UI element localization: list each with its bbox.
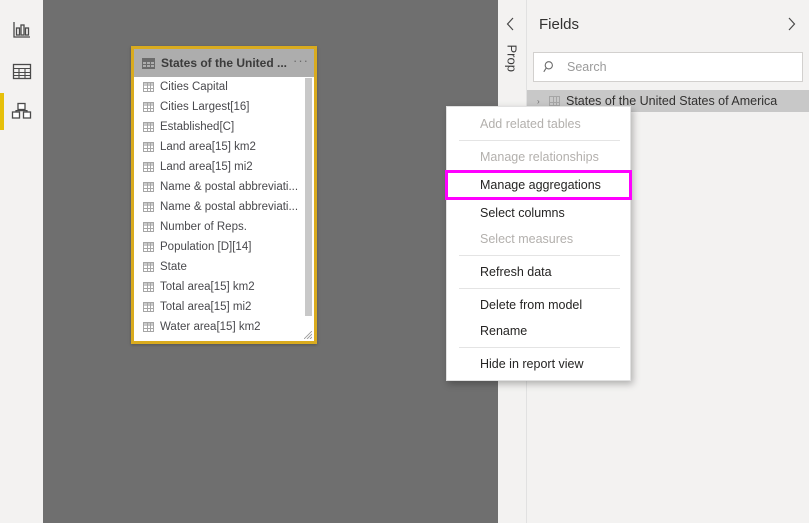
table-card-scrollbar-thumb[interactable] bbox=[305, 78, 312, 316]
chevron-left-icon[interactable] bbox=[505, 17, 517, 31]
sidebar-item-data-view[interactable] bbox=[0, 50, 43, 93]
table-card-field-label: Name & postal abbreviati... bbox=[160, 201, 299, 213]
table-icon bbox=[143, 162, 154, 172]
search-icon bbox=[543, 61, 553, 73]
sidebar-item-model-view[interactable] bbox=[0, 90, 43, 133]
table-card-field-label: Total area[15] km2 bbox=[160, 281, 255, 293]
table-card-field-row[interactable]: Name & postal abbreviati... bbox=[134, 197, 314, 217]
table-card-field-label: Name & postal abbreviati... bbox=[160, 181, 299, 193]
table-icon bbox=[143, 242, 154, 252]
table-card-field-row[interactable]: Total area[15] mi2 bbox=[134, 297, 314, 317]
table-card-field-label: Land area[15] mi2 bbox=[160, 161, 253, 173]
table-icon bbox=[143, 182, 154, 192]
sidebar-item-report-view[interactable] bbox=[0, 8, 43, 51]
fields-search-box[interactable] bbox=[533, 52, 803, 82]
context-menu-item[interactable]: Refresh data bbox=[447, 259, 630, 285]
table-card-field-row-clipped[interactable] bbox=[134, 337, 314, 341]
context-menu-item[interactable]: Rename bbox=[447, 318, 630, 344]
table-context-menu[interactable]: Add related tables Manage relationships Ma… bbox=[445, 106, 632, 381]
table-icon bbox=[549, 96, 560, 106]
table-card-field-label: Number of Reps. bbox=[160, 221, 247, 233]
table-card-field-row[interactable]: Land area[15] mi2 bbox=[134, 157, 314, 177]
bar-chart-icon bbox=[12, 21, 30, 38]
context-menu-item: Manage relationships bbox=[480, 150, 599, 164]
table-card-overflow-menu-icon[interactable]: ··· bbox=[293, 54, 309, 70]
chevron-right-icon[interactable] bbox=[785, 17, 797, 31]
properties-pane-tab-label: Prop bbox=[504, 44, 520, 72]
table-card-field-label: Cities Capital bbox=[160, 81, 228, 93]
table-icon bbox=[143, 262, 154, 272]
table-card-field-list[interactable]: Cities Capital Cities Largest[16] Establis… bbox=[134, 77, 314, 341]
table-icon bbox=[143, 102, 154, 112]
table-card-field-row[interactable]: Total area[15] km2 bbox=[134, 277, 314, 297]
table-card-field-label: Population [D][14] bbox=[160, 241, 252, 253]
context-menu-item: Add related tables bbox=[480, 117, 581, 131]
table-card-field-label: Established[C] bbox=[160, 121, 235, 133]
table-card-field-row[interactable]: State bbox=[134, 257, 314, 277]
fields-pane-header: Fields bbox=[527, 0, 809, 48]
context-menu-item[interactable]: Delete from model bbox=[447, 292, 630, 318]
table-card-field-row[interactable]: Land area[15] km2 bbox=[134, 137, 314, 157]
table-icon bbox=[143, 322, 154, 332]
table-card-field-row[interactable]: Number of Reps. bbox=[134, 217, 314, 237]
table-icon bbox=[142, 57, 155, 69]
table-icon bbox=[143, 202, 154, 212]
table-card-field-label: Total area[15] mi2 bbox=[160, 301, 252, 313]
table-card-field-row[interactable]: Established[C] bbox=[134, 117, 314, 137]
table-card-field-label: Water area[15] km2 bbox=[160, 321, 261, 333]
table-grid-icon bbox=[12, 63, 31, 79]
context-menu-item: Select measures bbox=[480, 232, 574, 246]
chevron-right-icon[interactable]: › bbox=[537, 97, 549, 106]
table-card-field-row[interactable]: Water area[15] km2 bbox=[134, 317, 314, 337]
table-card-field-row[interactable]: Cities Capital bbox=[134, 77, 314, 97]
context-menu-separator bbox=[459, 255, 620, 256]
model-canvas[interactable]: States of the United ... ··· Cities Capi… bbox=[43, 0, 541, 523]
table-card-field-row[interactable]: Cities Largest[16] bbox=[134, 97, 314, 117]
context-menu-separator bbox=[459, 288, 620, 289]
context-menu-separator bbox=[459, 347, 620, 348]
context-menu-separator bbox=[459, 140, 620, 141]
table-icon bbox=[143, 302, 154, 312]
table-card-resize-handle[interactable] bbox=[304, 331, 312, 339]
table-card-field-row[interactable]: Name & postal abbreviati... bbox=[134, 177, 314, 197]
table-icon bbox=[143, 142, 154, 152]
model-relationships-icon bbox=[11, 102, 31, 119]
fields-search-input[interactable] bbox=[565, 59, 793, 75]
table-card-field-row[interactable]: Population [D][14] bbox=[134, 237, 314, 257]
view-switcher-rail bbox=[0, 0, 43, 523]
table-icon bbox=[143, 222, 154, 232]
fields-pane-title: Fields bbox=[539, 15, 580, 33]
context-menu-item[interactable]: Manage aggregations bbox=[445, 170, 632, 200]
model-table-card[interactable]: States of the United ... ··· Cities Capi… bbox=[131, 46, 317, 344]
table-card-header[interactable]: States of the United ... ··· bbox=[134, 49, 314, 77]
table-card-field-label: Land area[15] km2 bbox=[160, 141, 256, 153]
table-card-field-label: State bbox=[160, 261, 187, 273]
table-card-scrollbar-track[interactable] bbox=[305, 77, 313, 341]
table-icon bbox=[143, 122, 154, 132]
context-menu-item[interactable]: Hide in report view bbox=[447, 351, 630, 377]
context-menu-item[interactable]: Select columns bbox=[447, 200, 630, 226]
table-card-field-label: Cities Largest[16] bbox=[160, 101, 250, 113]
table-card-title: States of the United ... bbox=[161, 56, 288, 70]
table-icon bbox=[143, 82, 154, 92]
table-icon bbox=[143, 282, 154, 292]
